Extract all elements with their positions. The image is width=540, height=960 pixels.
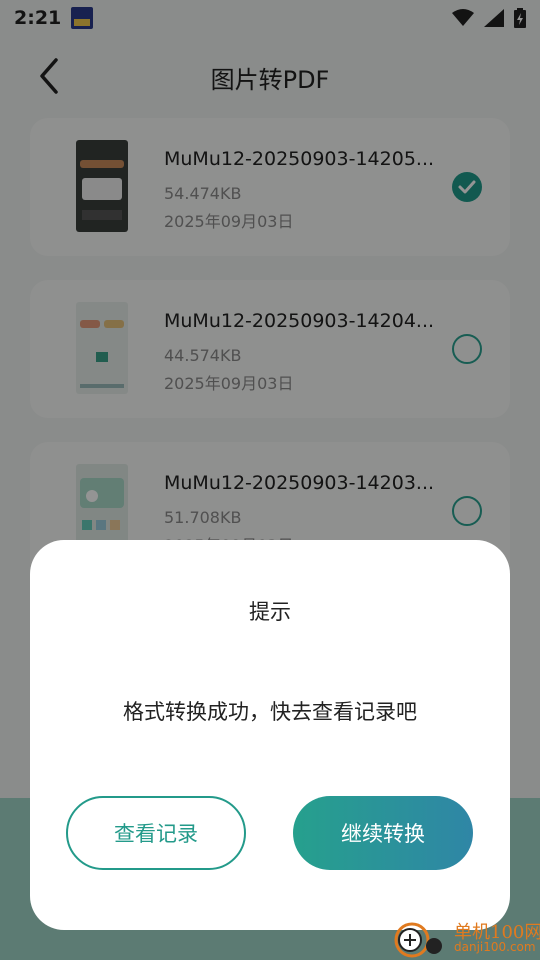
watermark-url: danji100.com xyxy=(454,940,536,954)
dialog-message: 格式转换成功，快去查看记录吧 xyxy=(123,700,417,724)
dialog-title: 提示 xyxy=(249,600,291,624)
continue-convert-button[interactable]: 继续转换 xyxy=(293,796,473,870)
watermark: 单机100网 danji100.com xyxy=(390,914,540,960)
watermark-logo-icon xyxy=(394,922,442,958)
view-records-button[interactable]: 查看记录 xyxy=(66,796,246,870)
success-dialog: 提示 格式转换成功，快去查看记录吧 查看记录 继续转换 xyxy=(30,540,510,930)
